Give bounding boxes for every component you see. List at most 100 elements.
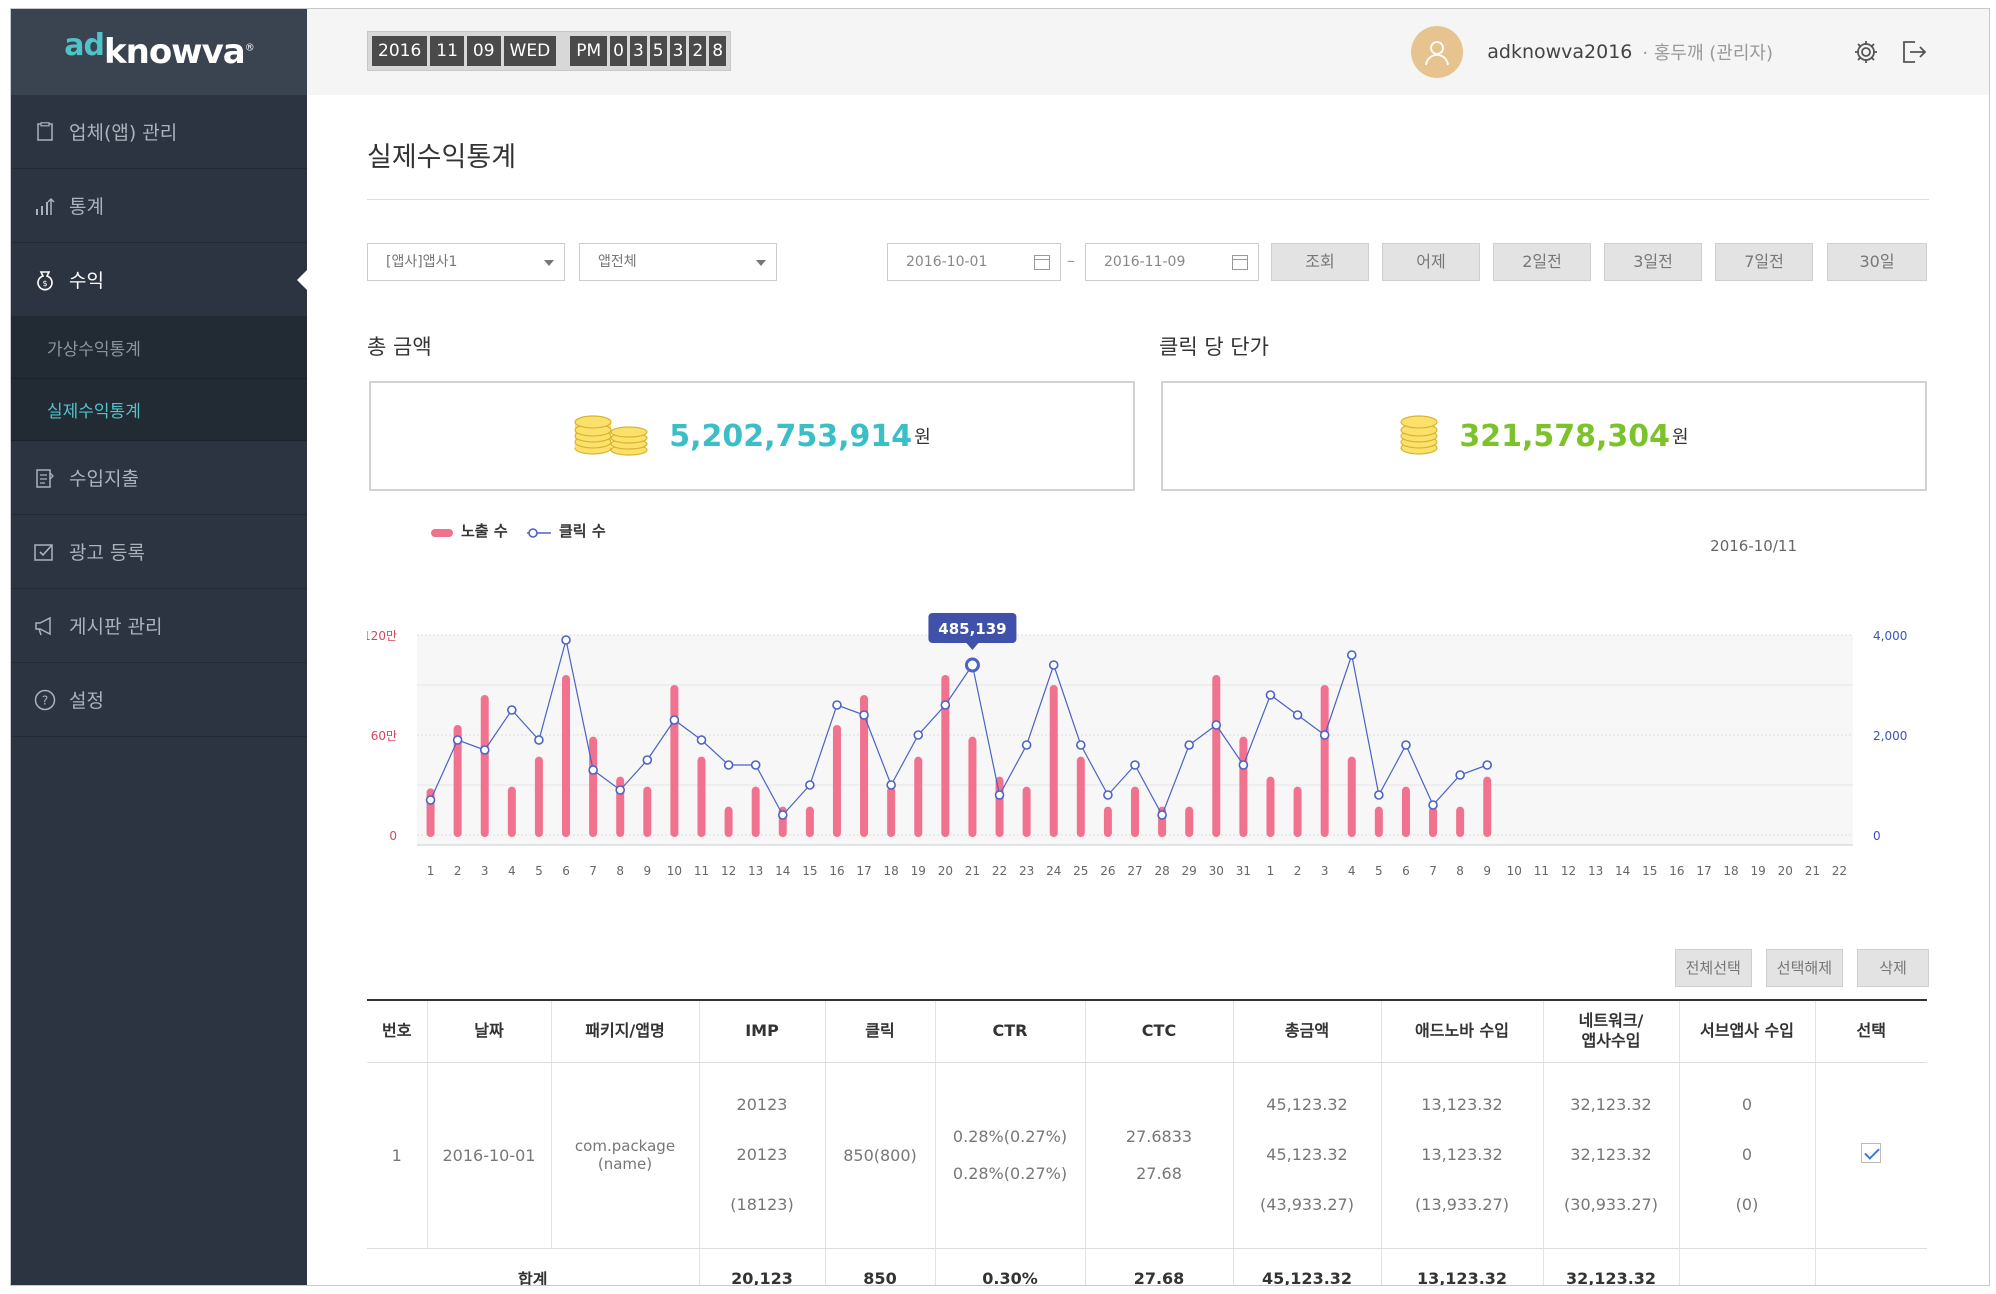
chart-point (886, 780, 896, 790)
x-tick-label: 14 (1615, 864, 1630, 878)
total-amount-card: 5,202,753,914 원 (369, 381, 1135, 491)
cost-per-click-value: 321,578,304 (1459, 418, 1671, 454)
x-tick-label: 5 (535, 864, 543, 878)
30-days-button[interactable]: 30일 (1827, 243, 1927, 281)
chart-bar (480, 695, 489, 837)
x-tick-label: 3 (481, 864, 489, 878)
chart-point (723, 760, 734, 770)
sidebar-item-label: 수익 (69, 270, 104, 292)
gear-icon[interactable] (1851, 37, 1881, 67)
3-days-ago-button[interactable]: 3일전 (1604, 243, 1702, 281)
clock-ampm: PM (570, 36, 608, 66)
date-separator: – (1067, 251, 1075, 270)
chart-point (1076, 740, 1086, 750)
x-tick-label: 19 (911, 864, 926, 878)
x-tick-label: 2 (454, 864, 462, 878)
sidebar-item-revenue[interactable]: $ 수익 (11, 243, 307, 317)
money-bag-icon: $ (33, 268, 57, 292)
sidebar-item-ad-register[interactable]: 광고 등록 (11, 515, 307, 589)
chart-date-range-label: 2016-10/11 (1710, 537, 1797, 555)
x-tick-label: 18 (1723, 864, 1738, 878)
2-days-ago-button[interactable]: 2일전 (1493, 243, 1591, 281)
calendar-icon[interactable] (1034, 255, 1050, 270)
total-amount: 45,123.32 (1232, 1248, 1381, 1285)
cell-date: 2016-10-01 (426, 1062, 551, 1249)
x-tick-label: 20 (1778, 864, 1793, 878)
date-time-display: 2016 11 09 WED PM 0 3 5 3 2 8 (367, 31, 732, 71)
cell-adknowva-income: 13,123.32 13,123.32 (13,933.27) (1380, 1062, 1543, 1249)
sidebar-item-label: 게시판 관리 (69, 616, 163, 638)
col-no: 번호 (367, 999, 427, 1063)
total-imp: 20,123 (698, 1248, 825, 1285)
chart-point (696, 735, 707, 745)
x-tick-label: 18 (884, 864, 899, 878)
chart-bar (1293, 786, 1302, 837)
sidebar-item-company[interactable]: 업체(앱) 관리 (11, 95, 307, 169)
cell-subapp-income: 0 0 (0) (1678, 1062, 1815, 1249)
app-select[interactable]: 앱전체 (579, 243, 777, 281)
sidebar-item-board[interactable]: 게시판 관리 (11, 589, 307, 663)
sidebar: adknowva® 업체(앱) 관리 통계 $ 수익 가상수익통계 실제수익통계 (11, 9, 307, 1285)
legend-impressions: 노출 수 (461, 522, 508, 540)
logout-icon[interactable] (1899, 37, 1929, 67)
date-from-input[interactable]: 2016-10-01 (887, 243, 1061, 281)
chart-bar (887, 786, 896, 837)
chart-bar (1212, 675, 1221, 837)
cell-ctc: 27.6833 27.68 (1084, 1062, 1233, 1249)
sidebar-item-label: 광고 등록 (69, 542, 145, 564)
y-left-tick-label: 60만 (371, 729, 397, 743)
document-icon (33, 120, 57, 144)
x-tick-label: 19 (1751, 864, 1766, 878)
chart-bar (1103, 806, 1112, 837)
chart-point (1021, 740, 1032, 750)
calendar-icon[interactable] (1232, 255, 1248, 270)
date-to-input[interactable]: 2016-11-09 (1085, 243, 1259, 281)
clock-weekday: WED (503, 36, 557, 66)
sidebar-subitem-actual-revenue[interactable]: 실제수익통계 (11, 379, 307, 441)
chart-bar (1239, 736, 1248, 837)
sidebar-subitem-virtual-revenue[interactable]: 가상수익통계 (11, 317, 307, 379)
chart-point (425, 795, 436, 805)
filter-bar: [앱사]앱사1 앱전체 2016-10-01 – 2016-11-09 조회 어… (367, 243, 1929, 281)
cost-per-click-card: 321,578,304 원 (1161, 381, 1927, 491)
chart-bar (1429, 806, 1438, 837)
deselect-button[interactable]: 선택해제 (1765, 949, 1843, 987)
company-select[interactable]: [앱사]앱사1 (367, 243, 565, 281)
chart-point (479, 745, 490, 755)
cell-no: 1 (367, 1062, 427, 1249)
yesterday-button[interactable]: 어제 (1382, 243, 1480, 281)
clock-day: 09 (466, 36, 501, 66)
col-total: 총금액 (1232, 999, 1381, 1063)
cell-package: com.package (name) (550, 1062, 699, 1249)
7-days-ago-button[interactable]: 7일전 (1715, 243, 1813, 281)
search-button[interactable]: 조회 (1271, 243, 1369, 281)
clock-digit: 3 (629, 36, 647, 66)
chart-bar (751, 786, 760, 837)
select-all-button[interactable]: 전체선택 (1674, 949, 1752, 987)
delete-button[interactable]: 삭제 (1857, 949, 1929, 987)
sidebar-item-label: 통계 (69, 196, 104, 218)
x-tick-label: 22 (992, 864, 1007, 878)
x-tick-label: 15 (802, 864, 817, 878)
sidebar-item-stats[interactable]: 통계 (11, 169, 307, 243)
sidebar-item-settings[interactable]: ? 설정 (11, 663, 307, 737)
row-checkbox[interactable] (1861, 1143, 1882, 1163)
x-tick-label: 25 (1073, 864, 1088, 878)
user-name: adknowva2016 (1487, 41, 1633, 63)
logo[interactable]: adknowva® (11, 9, 307, 95)
chart-point (452, 735, 463, 745)
top-bar: 2016 11 09 WED PM 0 3 5 3 2 8 adknowva20… (307, 9, 1989, 95)
user-area: adknowva2016 · 홍두깨 (관리자) (1411, 26, 1929, 78)
sidebar-item-label: 설정 (69, 690, 104, 712)
chart-point (561, 635, 571, 645)
avatar[interactable] (1411, 26, 1464, 78)
total-amount-label: 총 금액 (367, 335, 432, 359)
sidebar-item-income-expense[interactable]: 수입지출 (11, 441, 307, 515)
x-tick-label: 13 (1588, 864, 1603, 878)
chart-point (1238, 760, 1249, 770)
cell-network-income: 32,123.32 32,123.32 (30,933.27) (1542, 1062, 1679, 1249)
sidebar-item-label: 업체(앱) 관리 (69, 122, 178, 144)
x-tick-label: 11 (1534, 864, 1549, 878)
x-tick-label: 6 (1402, 864, 1410, 878)
x-tick-label: 27 (1127, 864, 1142, 878)
